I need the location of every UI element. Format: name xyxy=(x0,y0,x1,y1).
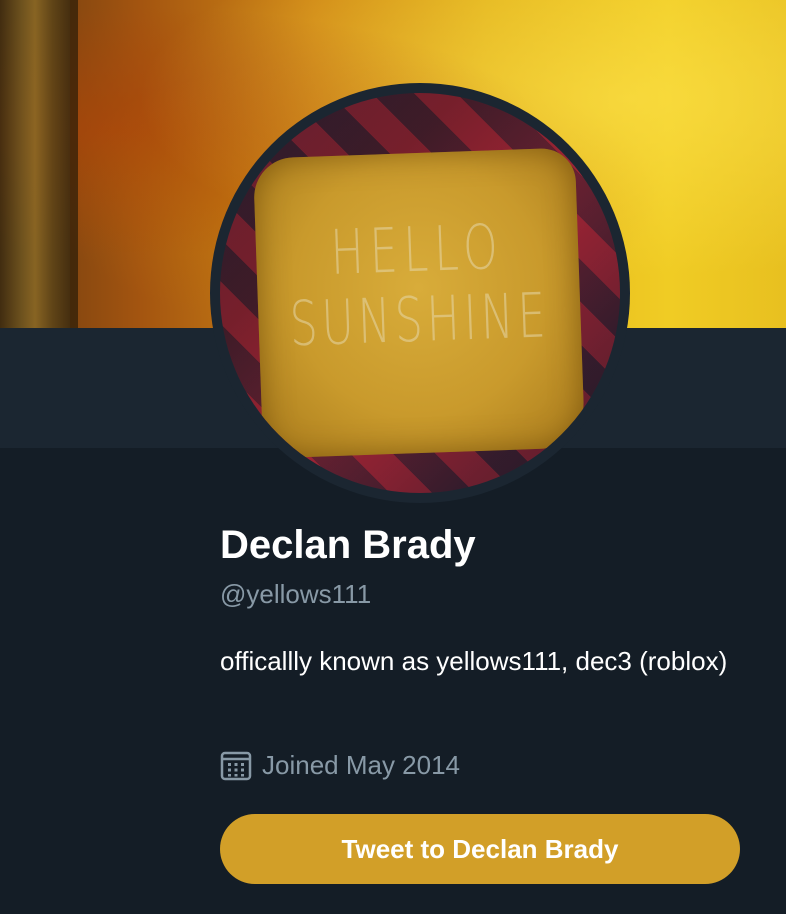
avatar[interactable]: HELLO SUNSHINE xyxy=(210,83,630,503)
profile-page: HELLO SUNSHINE Declan Brady @yellows111 … xyxy=(0,0,786,914)
avatar-pillow-text-line2: SUNSHINE xyxy=(288,280,551,361)
profile-bio: officallly known as yellows111, dec3 (ro… xyxy=(220,646,728,676)
user-handle[interactable]: @yellows111 xyxy=(220,578,371,610)
joined-date: Joined May 2014 xyxy=(220,746,460,784)
banner-frame-detail xyxy=(0,0,70,328)
tweet-to-user-button[interactable]: Tweet to Declan Brady xyxy=(220,814,740,884)
calendar-icon xyxy=(220,749,252,781)
avatar-pillow: HELLO SUNSHINE xyxy=(252,147,586,459)
avatar-pillow-text-line1: HELLO xyxy=(329,211,505,290)
joined-date-text: Joined May 2014 xyxy=(262,749,461,780)
display-name: Declan Brady xyxy=(220,523,476,567)
banner-frame-edge xyxy=(70,0,78,328)
avatar-image: HELLO SUNSHINE xyxy=(220,93,620,493)
